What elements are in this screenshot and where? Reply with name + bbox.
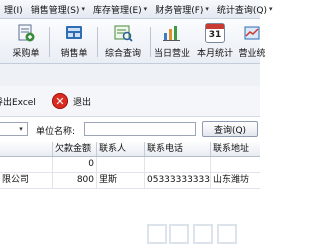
menu-sales[interactable]: 销售管理(S) ▾ <box>27 0 89 18</box>
monthly-stats-button[interactable]: 31 本月统计 <box>193 19 237 63</box>
toolbar: 采购单 销售单 综合查询 当日营业 31 本月统计 营业统 <box>0 19 266 64</box>
menu-label: 财务管理(F) <box>155 5 204 16</box>
sales-order-button[interactable]: 销售单 <box>54 19 94 63</box>
daily-business-icon <box>162 23 182 43</box>
menu-label: 销售管理(S) <box>30 5 80 16</box>
comprehensive-query-icon <box>113 23 133 43</box>
cell-phone: 05333333333 <box>144 173 210 188</box>
menu-label: 理(I) <box>4 5 23 16</box>
purchase-order-button[interactable]: 采购单 <box>6 19 46 63</box>
business-stats-label: 营业统 <box>238 49 266 59</box>
comprehensive-query-label: 综合查询 <box>104 49 141 59</box>
action-bar: 导出Excel ✕ 退出 <box>0 86 260 117</box>
column-header-contact[interactable]: 联系人 <box>96 142 144 156</box>
exit-label: 退出 <box>73 97 92 108</box>
menu-inventory[interactable]: 库存管理(E) ▾ <box>89 0 151 18</box>
calendar-day-text: 31 <box>208 30 222 40</box>
unit-name-label: 单位名称: <box>36 127 76 137</box>
cell-address <box>210 157 260 172</box>
monthly-stats-label: 本月统计 <box>196 49 233 59</box>
business-stats-button[interactable]: 营业统 <box>232 19 272 63</box>
column-header-phone[interactable]: 联系电话 <box>144 142 210 156</box>
purchase-order-icon <box>16 23 36 43</box>
purchase-order-label: 采购单 <box>12 49 40 59</box>
cell-phone <box>144 157 210 172</box>
cell-amount: 0 <box>52 157 96 172</box>
comprehensive-query-button[interactable]: 综合查询 <box>100 19 146 63</box>
calendar-icon: 31 <box>205 23 225 43</box>
cell-amount: 800 <box>52 173 96 188</box>
exit-icon: ✕ <box>52 93 68 109</box>
cell-contact <box>96 157 144 172</box>
chevron-down-icon: ▾ <box>205 5 209 13</box>
sales-order-icon <box>64 23 84 43</box>
menu-item-partial[interactable]: 理(I) <box>0 0 27 18</box>
sales-order-label: 销售单 <box>60 49 88 59</box>
menu-label: 统计查询(Q) <box>216 5 268 16</box>
search-row: ▾ 单位名称: 查询(Q) <box>0 117 260 141</box>
cell-company: 限公司 <box>2 175 30 185</box>
exit-button[interactable]: ✕ 退出 <box>52 91 91 111</box>
column-header-address[interactable]: 联系地址 <box>210 142 260 156</box>
chevron-down-icon: ▾ <box>19 125 23 133</box>
chevron-down-icon: ▾ <box>81 5 85 13</box>
table-header: 欠款金额 联系人 联系电话 联系地址 <box>0 142 260 157</box>
content-band <box>0 64 260 86</box>
toolbar-separator <box>49 27 50 57</box>
column-header-amount[interactable]: 欠款金额 <box>52 142 96 156</box>
daily-business-label: 当日营业 <box>153 49 190 59</box>
toolbar-separator <box>97 27 98 57</box>
chevron-down-icon: ▾ <box>143 5 148 13</box>
unit-name-input[interactable] <box>84 122 196 136</box>
cell-address: 山东潍坊 <box>210 173 260 188</box>
menu-bar: 理(I) 销售管理(S) ▾ 库存管理(E) ▾ 财务管理(F) ▾ 统计查询(… <box>0 0 273 19</box>
export-excel-label: 导出Excel <box>0 97 36 108</box>
export-excel-button[interactable]: 导出Excel <box>0 91 36 111</box>
watermark-logo <box>147 224 237 244</box>
chevron-down-icon: ▾ <box>269 5 273 13</box>
column-header[interactable] <box>0 142 52 156</box>
menu-label: 库存管理(E) <box>92 5 142 16</box>
menu-finance[interactable]: 财务管理(F) ▾ <box>151 0 213 18</box>
category-dropdown[interactable]: ▾ <box>0 122 28 136</box>
business-stats-icon <box>242 23 262 43</box>
daily-business-button[interactable]: 当日营业 <box>149 19 195 63</box>
menu-statistics[interactable]: 统计查询(Q) ▾ <box>213 0 277 18</box>
cell-company <box>0 157 52 172</box>
cell-contact: 里斯 <box>96 173 144 188</box>
table-row[interactable]: 0 <box>0 157 260 173</box>
query-button[interactable]: 查询(Q) <box>202 121 258 137</box>
table-row[interactable]: 限公司 800 里斯 05333333333 山东潍坊 <box>0 173 260 189</box>
